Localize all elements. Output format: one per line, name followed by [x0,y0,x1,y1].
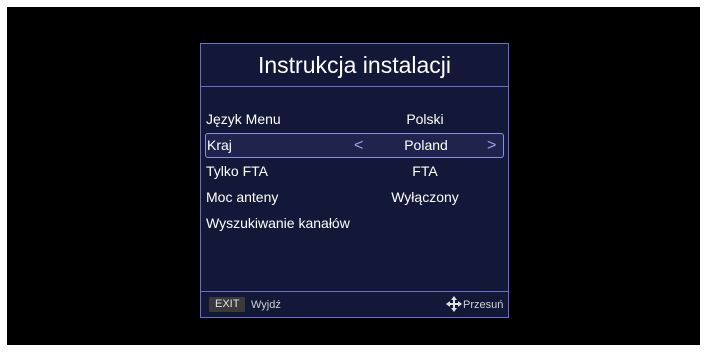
dialog-title: Instrukcja instalacji [201,44,508,87]
exit-key-badge[interactable]: EXIT [209,297,246,312]
settings-menu: Język Menu Polski Kraj < Poland > Tylko … [205,107,504,237]
row-label: Kraj [207,137,232,153]
move-label: Przesuń [463,299,504,311]
tv-screen: Instrukcja instalacji Język Menu Polski … [7,7,700,345]
row-value: Poland [404,137,448,153]
row-label: Tylko FTA [206,163,268,179]
row-label: Język Menu [206,111,281,127]
row-value: FTA [412,163,438,179]
row-value: Polski [406,111,444,127]
menu-row-country[interactable]: Kraj < Poland > [205,133,504,158]
row-value: Wyłączony [391,189,459,205]
chevron-left-icon[interactable]: < [354,134,363,157]
menu-row-language[interactable]: Język Menu Polski [205,107,504,132]
row-label: Moc anteny [206,189,279,205]
move-arrows-icon [446,296,462,312]
chevron-right-icon[interactable]: > [487,134,496,157]
dialog-footer: EXIT Wyjdź Przesuń [201,291,508,317]
menu-row-channel-search[interactable]: Wyszukiwanie kanałów [205,211,504,236]
exit-label: Wyjdź [251,299,281,311]
menu-row-fta-only[interactable]: Tylko FTA FTA [205,159,504,184]
menu-row-antenna-power[interactable]: Moc anteny Wyłączony [205,185,504,210]
row-label: Wyszukiwanie kanałów [206,215,350,231]
installation-dialog: Instrukcja instalacji Język Menu Polski … [200,43,509,318]
